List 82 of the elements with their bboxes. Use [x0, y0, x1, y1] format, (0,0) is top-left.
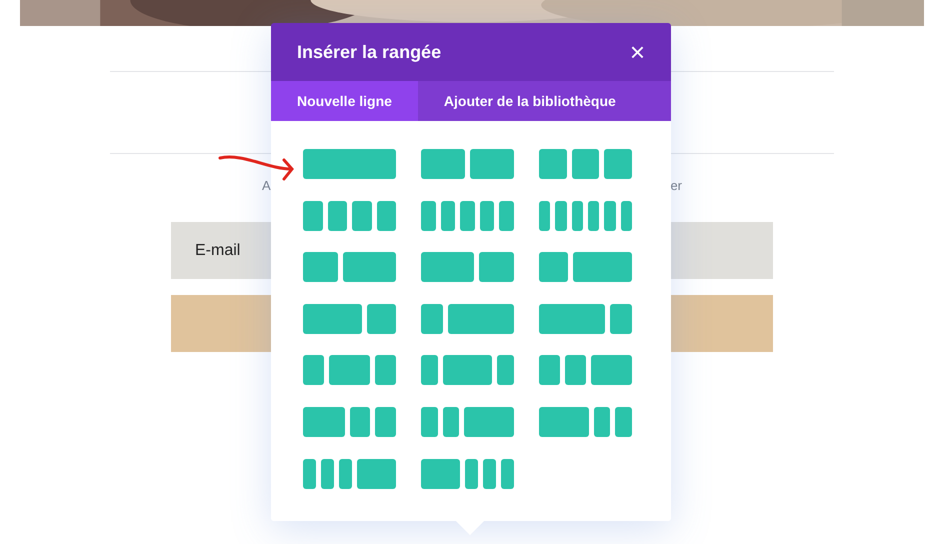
row-layout-option[interactable]: [420, 148, 515, 180]
column-block: [539, 252, 568, 282]
column-block: [375, 406, 396, 437]
row-layout-option[interactable]: [420, 406, 515, 438]
column-block: [564, 355, 586, 386]
row-layout-option[interactable]: [420, 302, 515, 335]
column-block: [339, 458, 352, 489]
column-block: [539, 355, 560, 386]
row-layout-option[interactable]: [538, 148, 633, 180]
row-layout-option[interactable]: [538, 354, 633, 386]
caption-text: er: [670, 178, 682, 194]
row-layout-option[interactable]: [420, 458, 515, 490]
column-block: [539, 149, 567, 179]
column-block: [375, 355, 396, 386]
column-block: [440, 200, 456, 231]
column-block: [421, 200, 436, 231]
column-block: [573, 252, 632, 282]
column-block: [448, 304, 514, 334]
column-block: [303, 458, 316, 489]
row-layout-option[interactable]: [538, 406, 633, 438]
column-block: [321, 458, 334, 489]
row-layout-option[interactable]: [302, 354, 397, 386]
column-block: [421, 304, 443, 334]
column-block: [588, 200, 600, 231]
column-block: [421, 406, 438, 437]
column-block: [464, 406, 514, 437]
column-block: [590, 355, 632, 386]
column-block: [366, 304, 396, 334]
column-block: [421, 355, 438, 386]
column-block: [497, 355, 514, 386]
column-block: [303, 355, 324, 386]
column-block: [421, 252, 474, 282]
column-block: [303, 252, 338, 282]
column-block: [350, 406, 370, 437]
row-layout-option[interactable]: [420, 354, 515, 386]
row-layout-option[interactable]: [420, 251, 515, 284]
column-block: [572, 149, 600, 179]
close-button[interactable]: ×: [630, 39, 645, 65]
column-block: [483, 458, 496, 489]
column-block: [539, 200, 550, 231]
column-block: [357, 458, 396, 489]
column-block: [303, 304, 362, 334]
column-block: [352, 200, 372, 231]
row-layout-option[interactable]: [302, 200, 397, 232]
column-block: [480, 200, 494, 231]
column-block: [604, 149, 632, 179]
tab[interactable]: Nouvelle ligne: [271, 81, 418, 121]
column-block: [376, 200, 396, 231]
row-layout-option[interactable]: [302, 251, 397, 284]
column-block: [539, 406, 589, 437]
row-layout-option[interactable]: [538, 251, 633, 284]
column-block: [615, 406, 632, 437]
column-block: [303, 200, 322, 231]
row-layout-option[interactable]: [538, 302, 633, 335]
column-block: [478, 252, 514, 282]
column-block: [604, 200, 616, 231]
column-block: [328, 200, 347, 231]
row-layout-option[interactable]: [302, 458, 397, 490]
column-block: [465, 458, 478, 489]
column-block: [555, 200, 567, 231]
column-block: [594, 406, 610, 437]
row-layout-option[interactable]: [538, 200, 633, 232]
column-block: [620, 200, 632, 231]
column-block: [499, 200, 514, 231]
column-block: [442, 355, 492, 386]
row-layout-option[interactable]: [420, 200, 515, 232]
column-block: [343, 252, 396, 282]
column-block: [539, 304, 605, 334]
column-block: [303, 406, 344, 437]
column-block: [442, 406, 460, 437]
column-block: [572, 200, 583, 231]
column-block: [610, 304, 632, 334]
column-block: [470, 149, 514, 179]
column-block: [328, 355, 370, 386]
caption-text: A: [262, 178, 271, 194]
column-block: [460, 200, 475, 231]
column-block: [421, 458, 460, 489]
column-block: [421, 149, 465, 179]
row-layout-option[interactable]: [302, 302, 397, 335]
dialog-title: Insérer la rangée: [297, 40, 442, 64]
row-layout-option[interactable]: [302, 406, 397, 438]
column-block: [501, 458, 514, 489]
